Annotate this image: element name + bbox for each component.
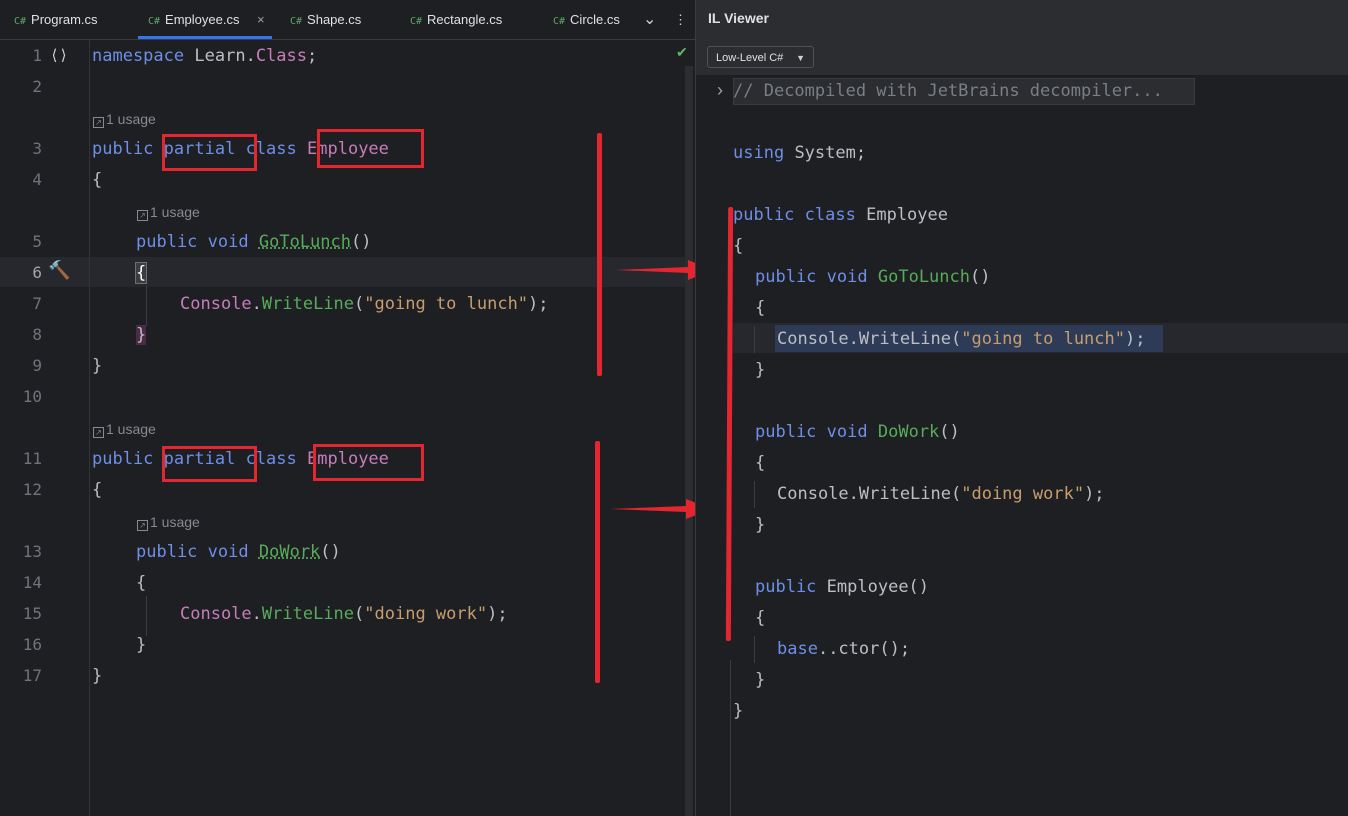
usage-link-icon: ↗ xyxy=(93,117,104,128)
il-brace[interactable]: { xyxy=(755,608,765,628)
no-problems-check-icon: ✔ xyxy=(676,44,688,60)
il-brace[interactable]: } xyxy=(755,360,765,380)
tab-label: Rectangle.cs xyxy=(427,12,503,27)
line-number: 1 xyxy=(32,46,42,65)
csharp-file-icon: C# xyxy=(148,16,161,27)
il-method-gotolunch[interactable]: public void GoToLunch() xyxy=(755,267,990,287)
il-brace[interactable]: { xyxy=(755,453,765,473)
il-method-dowork[interactable]: public void DoWork() xyxy=(755,422,960,442)
close-tab-icon[interactable]: × xyxy=(257,0,265,39)
usage-link-icon: ↗ xyxy=(93,427,104,438)
usage-hint[interactable]: ↗ 1 usage xyxy=(137,203,200,221)
line-number: 12 xyxy=(22,480,42,499)
annotation-box-partial-2 xyxy=(162,446,257,482)
code-line-14[interactable]: { xyxy=(136,573,146,593)
line-number: 13 xyxy=(22,542,42,561)
code-line-1[interactable]: namespace Learn.Class; xyxy=(92,46,317,66)
indent-guide xyxy=(754,636,755,663)
code-line-5[interactable]: public void GoToLunch() xyxy=(136,232,371,252)
line-number: 16 xyxy=(22,635,42,654)
tab-list-chevron-down-icon[interactable]: ⌄ xyxy=(643,0,656,39)
il-brace[interactable]: } xyxy=(755,670,765,690)
tab-label: Program.cs xyxy=(31,12,98,27)
usage-hint[interactable]: ↗ 1 usage xyxy=(93,420,156,438)
usage-link-icon: ↗ xyxy=(137,520,148,531)
dropdown-arrow-icon: ▼ xyxy=(796,53,805,63)
il-class-close-brace[interactable]: } xyxy=(733,701,743,721)
il-class-open-brace[interactable]: { xyxy=(733,236,743,256)
current-line-highlight xyxy=(0,257,685,287)
more-options-icon[interactable]: ⋮ xyxy=(674,0,687,39)
indent-guide xyxy=(754,481,755,508)
line-number: 3 xyxy=(32,139,42,158)
il-constructor-body[interactable]: base..ctor(); xyxy=(777,639,910,659)
line-number: 14 xyxy=(22,573,42,592)
code-line-12[interactable]: { xyxy=(92,480,102,500)
annotation-box-employee-1 xyxy=(317,129,424,168)
line-number: 9 xyxy=(32,356,42,375)
fold-chevron-icon[interactable]: › xyxy=(717,80,723,101)
line-number: 7 xyxy=(32,294,42,313)
annotation-bracket-1 xyxy=(597,133,602,376)
il-class-line[interactable]: public class Employee xyxy=(733,205,948,225)
indent-guide xyxy=(146,596,147,636)
line-number: 6 xyxy=(32,263,42,282)
indent-guide xyxy=(754,326,755,353)
code-line-4[interactable]: { xyxy=(92,170,102,190)
code-line-16[interactable]: } xyxy=(136,635,146,655)
csharp-file-icon: C# xyxy=(290,16,303,27)
editor-tab-bar: C# Program.cs C# Employee.cs × C# Shape.cs … xyxy=(0,0,695,40)
gutter-divider xyxy=(89,40,90,816)
csharp-file-icon: C# xyxy=(553,16,566,27)
line-number: 4 xyxy=(32,170,42,189)
indent-guide xyxy=(146,286,147,326)
editor-scrollbar[interactable] xyxy=(685,66,693,816)
tab-shape-cs[interactable]: C# Shape.cs xyxy=(290,0,361,39)
il-gotolunch-body[interactable]: Console.WriteLine("going to lunch"); xyxy=(777,329,1145,349)
il-viewer-title: IL Viewer xyxy=(708,10,769,26)
line-number: 5 xyxy=(32,232,42,251)
il-using-line[interactable]: using System; xyxy=(733,143,866,163)
code-line-13[interactable]: public void DoWork() xyxy=(136,542,341,562)
code-line-6[interactable]: { xyxy=(134,262,148,284)
il-constructor[interactable]: public Employee() xyxy=(755,577,929,597)
annotation-bracket-2 xyxy=(595,441,600,683)
il-comment-line[interactable]: // Decompiled with JetBrains decompiler.… xyxy=(733,81,1163,101)
hammer-icon[interactable]: 🔨 xyxy=(48,260,70,281)
code-line-17[interactable]: } xyxy=(92,666,102,686)
code-line-9[interactable]: } xyxy=(92,356,102,376)
tab-label: Employee.cs xyxy=(165,12,240,27)
line-number: 2 xyxy=(32,77,42,96)
tab-program-cs[interactable]: C# Program.cs xyxy=(14,0,98,39)
il-dowork-body[interactable]: Console.WriteLine("doing work"); xyxy=(777,484,1105,504)
il-mode-dropdown[interactable]: Low-Level C# ▼ xyxy=(707,46,814,68)
tab-rectangle-cs[interactable]: C# Rectangle.cs xyxy=(410,0,502,39)
code-line-15[interactable]: Console.WriteLine("doing work"); xyxy=(180,604,508,624)
il-code-area xyxy=(696,75,1348,816)
line-number: 15 xyxy=(22,604,42,623)
code-line-7[interactable]: Console.WriteLine("going to lunch"); xyxy=(180,294,549,314)
line-number: 10 xyxy=(22,387,42,406)
usage-link-icon: ↗ xyxy=(137,210,148,221)
il-brace[interactable]: } xyxy=(755,515,765,535)
usage-hint[interactable]: ↗ 1 usage xyxy=(137,513,200,531)
usage-hint[interactable]: ↗ 1 usage xyxy=(93,110,156,128)
tab-label: Circle.cs xyxy=(570,12,620,27)
il-brace[interactable]: { xyxy=(755,298,765,318)
tab-circle-cs[interactable]: C# Circle.cs xyxy=(553,0,620,39)
namespace-braces-icon: ⟨⟩ xyxy=(50,46,69,64)
tab-employee-cs[interactable]: C# Employee.cs xyxy=(138,0,272,39)
line-number: 11 xyxy=(22,449,42,468)
code-line-8[interactable]: } xyxy=(136,325,147,345)
csharp-file-icon: C# xyxy=(14,16,27,27)
csharp-file-icon: C# xyxy=(410,16,423,27)
il-gutter-line xyxy=(730,660,731,816)
annotation-box-employee-2 xyxy=(313,444,424,481)
line-number: 8 xyxy=(32,325,42,344)
annotation-box-partial-1 xyxy=(162,134,257,171)
tab-label: Shape.cs xyxy=(307,12,362,27)
line-number: 17 xyxy=(22,666,42,685)
